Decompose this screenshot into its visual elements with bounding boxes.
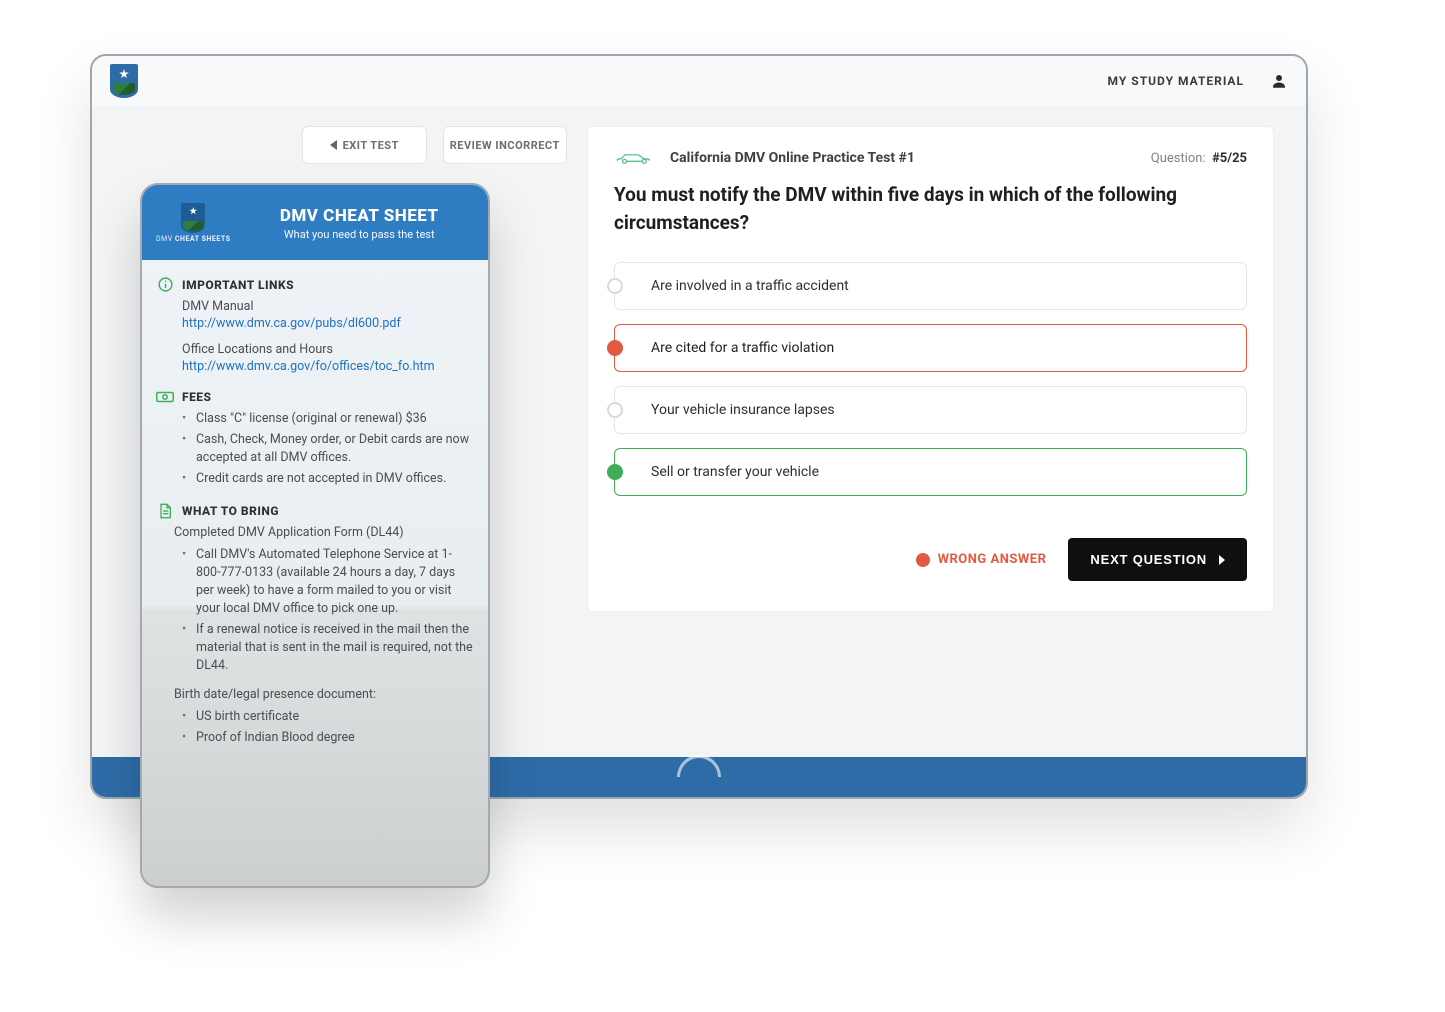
list-item: US birth certificate [182, 708, 474, 726]
chevron-right-icon [1219, 555, 1225, 565]
bring-list: Call DMV's Automated Telephone Service a… [156, 546, 474, 676]
birth-intro: Birth date/legal presence document: [156, 686, 474, 704]
question-text: You must notify the DMV within five days… [614, 181, 1247, 236]
next-question-label: NEXT QUESTION [1090, 552, 1207, 567]
next-question-button[interactable]: NEXT QUESTION [1068, 538, 1247, 581]
manual-link[interactable]: http://www.dmv.ca.gov/pubs/dl600.pdf [182, 316, 401, 331]
offices-link[interactable]: http://www.dmv.ca.gov/fo/offices/toc_fo.… [182, 359, 435, 374]
radio-icon [607, 402, 623, 418]
list-item: Cash, Check, Money order, or Debit cards… [182, 431, 474, 467]
answer-text: Are involved in a traffic accident [651, 278, 849, 294]
chevron-left-icon [330, 140, 337, 150]
answer-option[interactable]: Your vehicle insurance lapses [614, 386, 1247, 434]
answer-option[interactable]: Are involved in a traffic accident [614, 262, 1247, 310]
section-important-links: IMPORTANT LINKS DMV Manual http://www.dm… [156, 276, 474, 374]
progress-label: Question: [1151, 151, 1206, 166]
radio-icon [607, 464, 623, 480]
section-heading: IMPORTANT LINKS [182, 278, 294, 292]
exit-test-button[interactable]: EXIT TEST [302, 126, 427, 164]
wrong-answer-label: WRONG ANSWER [938, 552, 1047, 567]
answer-text: Sell or transfer your vehicle [651, 464, 819, 480]
review-incorrect-button[interactable]: REVIEW INCORRECT [443, 126, 568, 164]
quiz-header-left: California DMV Online Practice Test #1 [614, 149, 915, 167]
document-icon [156, 502, 174, 520]
car-icon [614, 149, 656, 167]
answer-text: Are cited for a traffic violation [651, 340, 834, 356]
header-titles: DMV CHEAT SHEET What you need to pass th… [244, 206, 474, 241]
answer-option[interactable]: Sell or transfer your vehicle [614, 448, 1247, 496]
section-heading: WHAT TO BRING [182, 504, 279, 518]
brand-block: DMV CHEAT SHEETS [156, 203, 230, 244]
answer-text: Your vehicle insurance lapses [651, 402, 835, 418]
question-progress: Question: #5/25 [1151, 151, 1247, 166]
list-item: Call DMV's Automated Telephone Service a… [182, 546, 474, 619]
answers-list: Are involved in a traffic accident Are c… [614, 262, 1247, 496]
shield-logo-icon [110, 64, 138, 98]
review-incorrect-label: REVIEW INCORRECT [450, 139, 560, 152]
cheat-sheet-title: DMV CHEAT SHEET [244, 206, 474, 226]
section-heading: FEES [182, 390, 212, 404]
info-icon [156, 276, 174, 294]
offices-label: Office Locations and Hours [156, 341, 474, 359]
exit-test-label: EXIT TEST [343, 139, 399, 152]
cheat-sheet-body: IMPORTANT LINKS DMV Manual http://www.dm… [142, 260, 488, 887]
semicircle-icon [677, 755, 721, 799]
money-icon [156, 388, 174, 406]
list-item: Proof of Indian Blood degree [182, 729, 474, 747]
topbar-right: MY STUDY MATERIAL [1108, 72, 1288, 90]
birth-list: US birth certificate Proof of Indian Blo… [156, 708, 474, 747]
quiz-title: California DMV Online Practice Test #1 [670, 150, 915, 166]
dot-icon [916, 553, 930, 567]
my-study-material-link[interactable]: MY STUDY MATERIAL [1108, 74, 1244, 88]
quiz-card: California DMV Online Practice Test #1 Q… [587, 126, 1274, 612]
answer-option[interactable]: Are cited for a traffic violation [614, 324, 1247, 372]
quiz-header: California DMV Online Practice Test #1 Q… [614, 149, 1247, 167]
wrong-answer-indicator: WRONG ANSWER [916, 552, 1047, 567]
user-icon[interactable] [1270, 72, 1288, 90]
bring-intro: Completed DMV Application Form (DL44) [156, 524, 474, 542]
shield-logo-icon [181, 203, 205, 233]
section-what-to-bring: WHAT TO BRING Completed DMV Application … [156, 502, 474, 746]
cheat-sheet-header: DMV CHEAT SHEETS DMV CHEAT SHEET What yo… [142, 185, 488, 260]
cheat-sheet-subtitle: What you need to pass the test [244, 228, 474, 241]
topbar: MY STUDY MATERIAL [92, 56, 1306, 106]
list-item: Class "C" license (original or renewal) … [182, 410, 474, 428]
list-item: If a renewal notice is received in the m… [182, 621, 474, 675]
manual-label: DMV Manual [156, 298, 474, 316]
progress-value: #5/25 [1212, 151, 1247, 166]
section-fees: FEES Class "C" license (original or rene… [156, 388, 474, 489]
tab-row: EXIT TEST REVIEW INCORRECT [302, 126, 567, 164]
radio-icon [607, 340, 623, 356]
radio-icon [607, 278, 623, 294]
fees-list: Class "C" license (original or renewal) … [156, 410, 474, 489]
cheat-sheet-card: DMV CHEAT SHEETS DMV CHEAT SHEET What yo… [140, 183, 490, 888]
quiz-footer: WRONG ANSWER NEXT QUESTION [614, 538, 1247, 581]
brand-text: DMV CHEAT SHEETS [156, 236, 230, 244]
list-item: Credit cards are not accepted in DMV off… [182, 470, 474, 488]
